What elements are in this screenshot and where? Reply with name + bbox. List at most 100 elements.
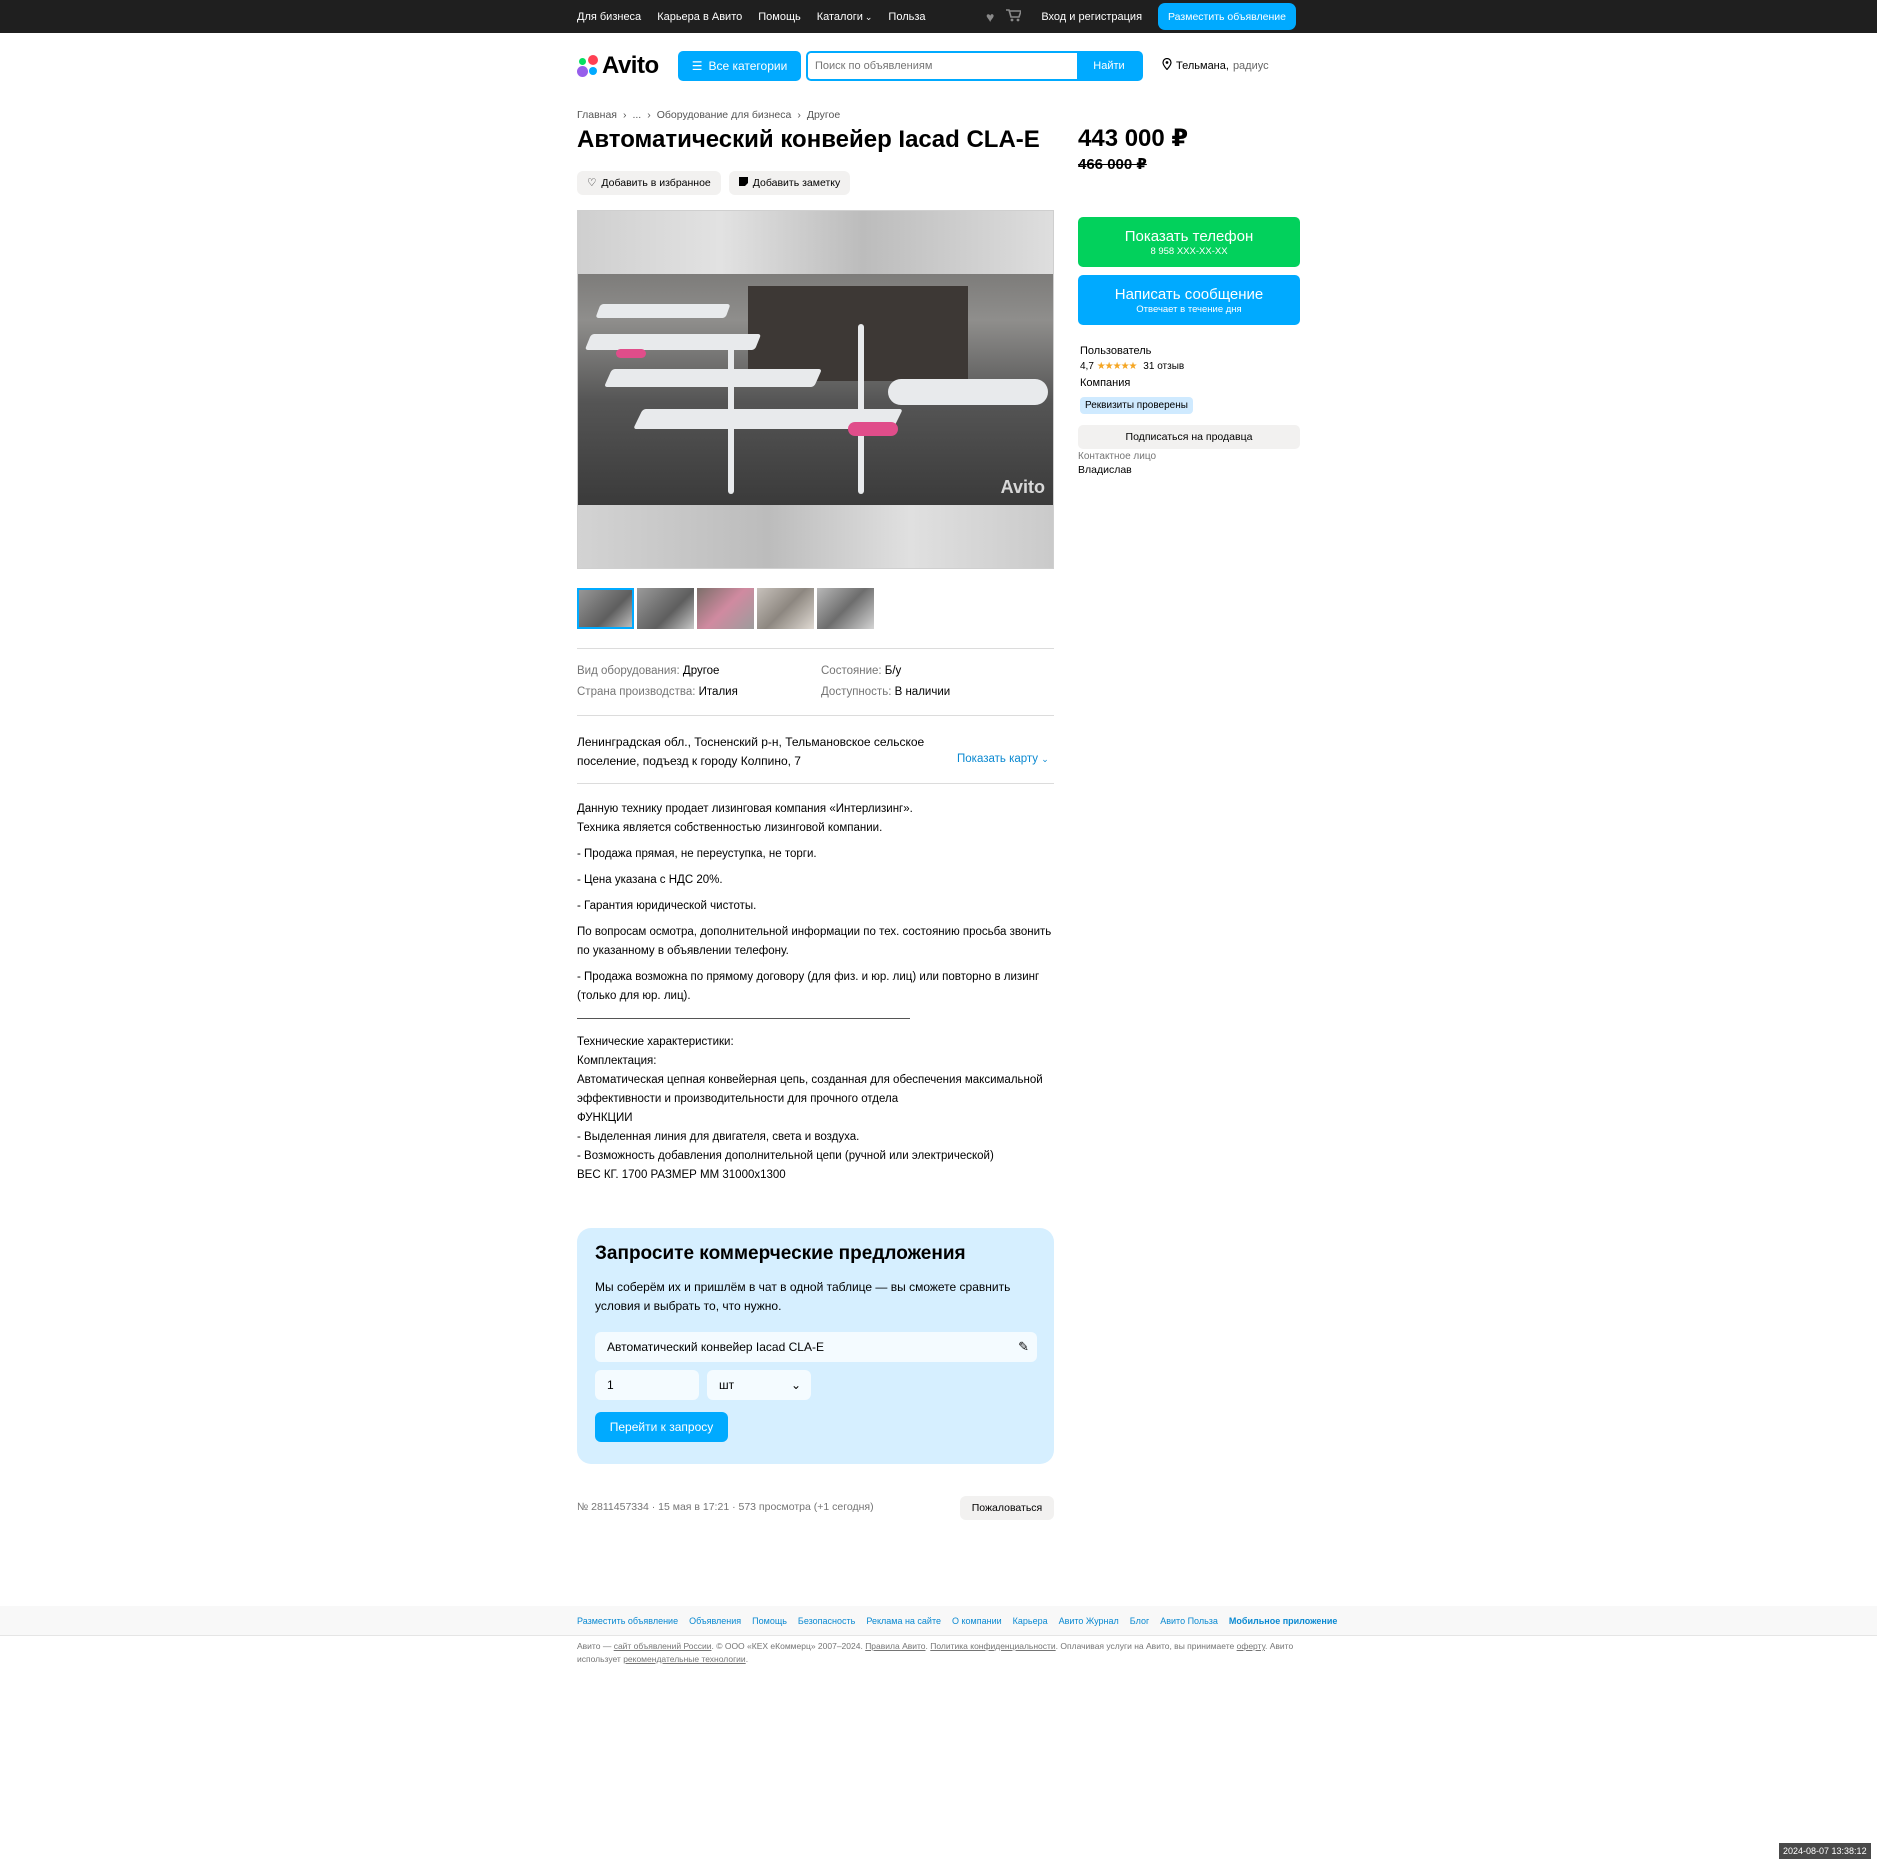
description-line: Технические характеристики: (577, 1036, 734, 1048)
complain-button[interactable]: Пожаловаться (960, 1496, 1054, 1520)
description-line: Техника является собственностью лизингов… (577, 822, 883, 834)
show-phone-button[interactable]: Показать телефон 8 958 XXX-XX-XX (1078, 217, 1300, 267)
contact-label: Контактное лицо (1078, 451, 1157, 462)
description-line: Комплектация: (577, 1055, 657, 1067)
legal-link[interactable]: рекомендательные технологии (623, 1654, 746, 1664)
logo-dots-icon (577, 55, 599, 77)
breadcrumb-separator-icon: › (647, 109, 651, 121)
description-paragraph: - Гарантия юридической чистоты. (577, 900, 757, 912)
search-button[interactable]: Найти (1077, 53, 1141, 79)
breadcrumb-separator-icon: › (797, 109, 801, 121)
add-note-button[interactable]: Добавить заметку (728, 171, 851, 195)
search-input[interactable] (808, 53, 1077, 79)
breadcrumb-other[interactable]: Другое (807, 109, 840, 121)
avito-logo[interactable]: Avito (577, 52, 659, 80)
write-message-button[interactable]: Написать сообщение Отвечает в течение дн… (1078, 275, 1300, 325)
screenshot-timestamp: 2024-08-07 13:38:12 (1779, 1843, 1871, 1859)
location-pin-icon (1162, 57, 1172, 73)
heart-outline-icon: ♡ (587, 177, 597, 189)
nav-help[interactable]: Помощь (758, 11, 801, 23)
breadcrumb-business-equipment[interactable]: Оборудование для бизнеса (657, 109, 792, 121)
location-selector[interactable]: Тельмана, радиус (1162, 57, 1269, 73)
photo-thumbnails (577, 588, 874, 629)
login-link[interactable]: Вход и регистрация (1041, 11, 1142, 23)
unit-value: шт (719, 1378, 735, 1392)
seller-rating[interactable]: 4,7 ★★★★★ 31 отзыв (1080, 361, 1184, 372)
divider (577, 648, 1054, 649)
thumbnail[interactable] (637, 588, 694, 629)
footer-link[interactable]: Безопасность (798, 1616, 855, 1626)
all-categories-button[interactable]: ☰ Все категории (678, 51, 801, 81)
description: Данную технику продает лизинговая компан… (577, 800, 1054, 1185)
cart-icon[interactable] (1006, 8, 1023, 25)
param-equipment-type: Вид оборудования: Другое (577, 665, 719, 677)
show-phone-label: Показать телефон (1124, 227, 1254, 245)
contact-name: Владислав (1078, 464, 1132, 476)
breadcrumb: Главная › ... › Оборудование для бизнеса… (577, 109, 840, 121)
footer-link[interactable]: Авито Журнал (1059, 1616, 1119, 1626)
top-bar: Для бизнеса Карьера в Авито Помощь Катал… (0, 0, 1877, 33)
main-photo[interactable]: Avito (577, 210, 1054, 569)
request-heading: Запросите коммерческие предложения (595, 1243, 966, 1264)
footer-link-mobile-app[interactable]: Мобильное приложение (1229, 1616, 1337, 1626)
description-line: ФУНКЦИИ (577, 1112, 633, 1124)
photo-blur-bottom (578, 505, 1053, 568)
post-ad-button[interactable]: Разместить объявление (1158, 3, 1296, 30)
thumbnail[interactable] (757, 588, 814, 629)
subscribe-button[interactable]: Подписаться на продавца (1078, 425, 1300, 449)
legal-segment: Авито — (577, 1641, 614, 1651)
footer-links: Разместить объявление Объявления Помощь … (577, 1606, 1337, 1636)
param-key: Доступность: (821, 686, 892, 698)
nav-benefit[interactable]: Польза (888, 11, 925, 23)
photo-bench (595, 304, 731, 318)
param-country: Страна производства: Италия (577, 686, 738, 698)
add-favorite-button[interactable]: ♡ Добавить в избранное (577, 171, 721, 195)
unit-select[interactable]: шт ⌄ (707, 1370, 811, 1400)
param-value: В наличии (894, 686, 951, 698)
quantity-input[interactable]: 1 (595, 1370, 699, 1400)
show-map-link[interactable]: Показать карту ⌄ (957, 753, 1049, 765)
breadcrumb-ellipsis[interactable]: ... (632, 109, 641, 121)
description-paragraph: По вопросам осмотра, дополнительной инфо… (577, 926, 1052, 957)
photo-bench (603, 369, 823, 387)
nav-business[interactable]: Для бизнеса (577, 11, 641, 23)
footer-link[interactable]: Объявления (689, 1616, 741, 1626)
footer-link[interactable]: Разместить объявление (577, 1616, 678, 1626)
footer-link[interactable]: Блог (1130, 1616, 1149, 1626)
write-message-label: Написать сообщение (1114, 285, 1264, 303)
thumbnail[interactable] (817, 588, 874, 629)
thumbnail[interactable] (697, 588, 754, 629)
seller-name[interactable]: Пользователь (1080, 345, 1151, 357)
heart-icon[interactable]: ♥ (986, 9, 994, 25)
photo-pole (858, 324, 864, 494)
footer-link[interactable]: Авито Польза (1160, 1616, 1218, 1626)
legal-link[interactable]: сайт объявлений России (614, 1641, 712, 1651)
footer-link[interactable]: Реклама на сайте (866, 1616, 941, 1626)
nav-career[interactable]: Карьера в Авито (657, 11, 742, 23)
breadcrumb-home[interactable]: Главная (577, 109, 617, 121)
price: 443 000 ₽ (1078, 125, 1189, 152)
go-to-request-button[interactable]: Перейти к запросу (595, 1412, 728, 1442)
footer-link[interactable]: О компании (952, 1616, 1002, 1626)
nav-catalogs[interactable]: Каталоги ⌄ (817, 11, 873, 23)
description-line: ВЕС КГ. 1700 РАЗМЕР ММ 31000х1300 (577, 1169, 786, 1181)
legal-segment: . (745, 1654, 749, 1664)
description-paragraph: - Продажа возможна по прямому договору (… (577, 971, 1040, 1002)
footer-link[interactable]: Карьера (1013, 1616, 1048, 1626)
legal-segment: . © ООО «КЕХ еКоммерц» 2007–2024. (711, 1641, 866, 1651)
thumbnail[interactable] (577, 588, 634, 629)
description-line: Данную технику продает лизинговая компан… (577, 803, 913, 815)
pencil-icon[interactable]: ✎ (1018, 1339, 1029, 1355)
legal-segment: . Оплачивая услуги на Авито, вы принимае… (1055, 1641, 1237, 1651)
legal-link[interactable]: Правила Авито (865, 1641, 925, 1651)
request-item-field[interactable]: Автоматический конвейер Iacad CLA-E ✎ (595, 1332, 1037, 1362)
photo-bench (584, 334, 762, 350)
legal-link[interactable]: оферту (1237, 1641, 1265, 1651)
param-key: Состояние: (821, 665, 882, 677)
param-value: Другое (682, 665, 720, 677)
legal-link[interactable]: Политика конфиденциальности (930, 1641, 1055, 1651)
footer-link[interactable]: Помощь (752, 1616, 787, 1626)
reviews-count: 31 отзыв (1143, 361, 1185, 372)
param-availability: Доступность: В наличии (821, 686, 950, 698)
location-radius: радиус (1232, 59, 1269, 72)
